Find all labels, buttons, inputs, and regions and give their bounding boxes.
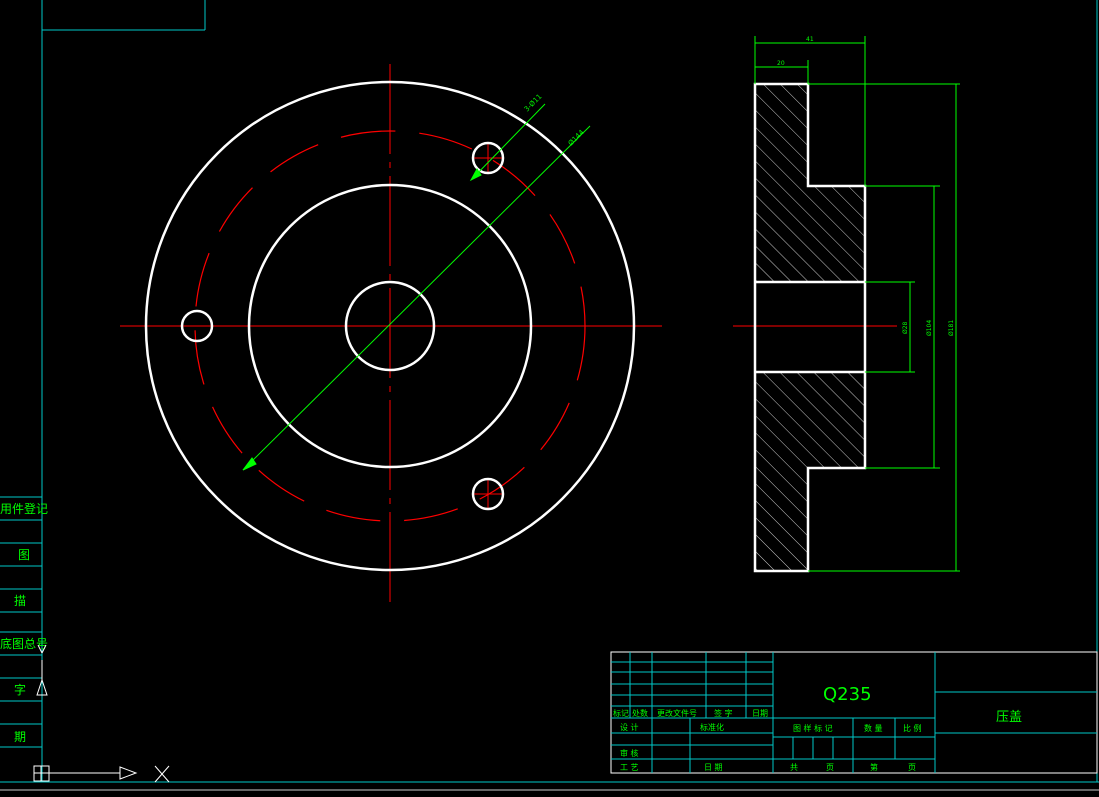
front-dimensions [242,103,591,471]
binding-label-sign: 字 [14,682,26,697]
rev-header-date: 日期 [752,709,768,718]
dim-bore-diameter: Ø28 [902,321,909,334]
hole-dimension-text: 3-Ø11 [523,93,544,114]
left-binding-column [0,496,42,748]
date-label: 日 期 [704,763,723,772]
sheet-page-label-2: 页 [908,763,916,772]
arrow-head [242,457,257,471]
dim-total-width: 41 [806,36,814,43]
dim-outer-diameter: Ø181 [948,320,955,336]
rev-header-count: 处数 [632,708,648,718]
dim-flange-width: 20 [777,60,785,67]
row-process: 工 艺 [620,763,639,772]
hole-leader-line [470,103,546,181]
stage-header-qty: 数 量 [864,723,883,733]
stage-header-scale: 比 例 [903,723,922,733]
side-view[interactable]: 41 20 Ø28 Ø104 Ø181 [733,36,960,573]
binding-label-base-number: 底图总号 [0,636,48,651]
stage-header-mark: 图 样 标 记 [793,723,833,733]
binding-label-trace: 描 [14,594,26,608]
binding-label-date: 期 [14,730,26,744]
front-centerlines [120,64,662,606]
drawing-canvas[interactable]: 用件登记 图 描 底图总号 字 期 Ø144 3-Ø11 41 20 Ø28 Ø… [0,0,1099,797]
section-hatch-upper [755,84,865,282]
row-review: 审 核 [620,748,639,758]
front-view[interactable]: Ø144 3-Ø11 [120,64,662,606]
row-design: 设 计 [620,722,639,732]
standardization-label: 标准化 [700,722,724,732]
dim-hub-diameter: Ø104 [926,320,933,336]
sheet-page-label-1: 页 [826,763,834,772]
binding-label-register: 用件登记 [0,501,48,516]
sheet-current-label: 第 [870,762,878,772]
pcd-dimension-line [242,125,591,471]
rev-header-mark: 标记 [613,708,629,718]
ucs-icon [33,644,170,783]
rev-header-doc: 更改文件号 [657,708,697,718]
section-hatch-lower [755,372,865,571]
rev-header-sign: 签 字 [714,708,733,718]
material-text: Q235 [823,684,872,705]
part-name-text: 压盖 [996,710,1022,725]
sheet-total-label: 共 [790,763,798,772]
binding-label-drawing: 图 [18,548,30,562]
pcd-dimension-text: Ø144 [567,128,586,147]
